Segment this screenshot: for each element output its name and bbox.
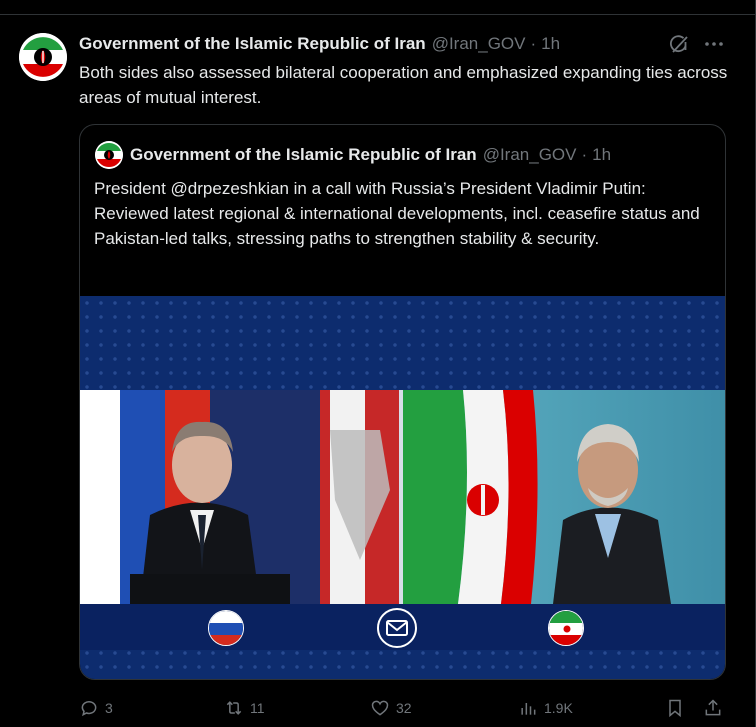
grok-icon[interactable]	[668, 33, 690, 55]
quoted-timestamp: 1h	[592, 145, 612, 164]
quoted-author-handle: @Iran_GOV	[482, 145, 577, 164]
timestamp[interactable]: 1h	[541, 34, 560, 54]
views-count: 1.9K	[544, 700, 573, 716]
quoted-author-name: Government of the Islamic Republic of Ir…	[130, 145, 477, 164]
reply-icon	[81, 701, 97, 717]
repost-button[interactable]: 11	[224, 696, 265, 720]
like-count: 32	[396, 700, 412, 716]
quoted-media-image[interactable]	[80, 296, 725, 679]
leaders-photo	[80, 390, 725, 604]
separator: ·	[530, 34, 537, 53]
quoted-tweet-card[interactable]: Government of the Islamic Republic of Ir…	[79, 124, 726, 680]
avatar[interactable]	[19, 33, 67, 81]
iran-flag-icon	[548, 610, 584, 646]
repost-count: 11	[250, 700, 265, 716]
more-icon[interactable]	[703, 33, 725, 55]
quoted-text: President @drpezeshkian in a call with R…	[94, 179, 700, 248]
bookmark-icon	[669, 699, 681, 718]
photo-left-putin	[80, 390, 399, 604]
quoted-header: Government of the Islamic Republic of Ir…	[130, 143, 611, 167]
mail-icon	[376, 607, 418, 649]
reply-count: 3	[105, 700, 113, 716]
tweet-header: Government of the Islamic Republic of Ir…	[79, 33, 560, 55]
author-name[interactable]: Government of the Islamic Republic of Ir…	[79, 34, 426, 54]
views-icon	[521, 703, 536, 715]
views-button[interactable]: 1.9K	[518, 696, 573, 720]
divider	[0, 14, 756, 15]
separator: ·	[581, 145, 588, 164]
reply-button[interactable]: 3	[79, 696, 113, 720]
tweet-text: Both sides also assessed bilateral coope…	[79, 63, 728, 107]
action-bar: 3 11 32 1.9K	[79, 696, 729, 720]
share-button[interactable]	[703, 696, 723, 720]
share-icon	[705, 699, 721, 716]
bookmark-button[interactable]	[665, 696, 685, 720]
like-icon	[371, 700, 389, 716]
like-button[interactable]: 32	[370, 696, 412, 720]
russia-flag-icon	[208, 610, 244, 646]
photo-right-pezeshkian	[403, 390, 725, 604]
quoted-avatar	[95, 141, 123, 169]
author-handle[interactable]: @Iran_GOV	[432, 34, 526, 54]
repost-icon	[226, 701, 242, 715]
